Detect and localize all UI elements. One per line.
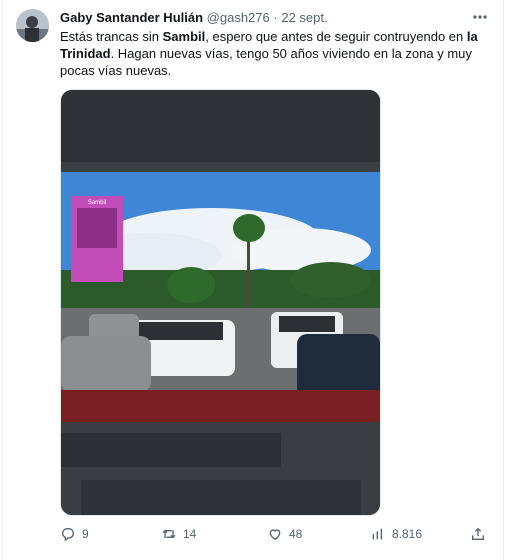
reply-button[interactable]: 9 — [60, 524, 89, 544]
views-count: 8.816 — [392, 527, 423, 541]
like-count: 48 — [289, 527, 303, 541]
tweet-photo[interactable]: Sambil — [60, 89, 381, 516]
share-button[interactable] — [470, 524, 492, 544]
retweet-icon — [162, 529, 176, 539]
author-handle[interactable]: @gash276 — [207, 10, 270, 25]
retweet-button[interactable]: 14 — [161, 524, 196, 544]
tweet-text-segment: Estás trancas sin — [60, 29, 163, 44]
tweet-text-segment: . Hagan nuevas vías, tengo 50 años vivie… — [60, 46, 472, 78]
reply-count: 9 — [82, 527, 89, 541]
tweet-text-segment: , espero que antes de seguir contruyendo… — [205, 29, 467, 44]
avatar[interactable] — [16, 9, 49, 42]
left-border — [2, 0, 3, 560]
tweet-date[interactable]: 22 sept. — [281, 10, 327, 25]
reply-icon — [61, 528, 74, 542]
like-button[interactable]: 48 — [267, 524, 302, 544]
right-border — [503, 0, 504, 560]
author-name[interactable]: Gaby Santander Hulián — [60, 10, 203, 25]
heart-icon — [269, 529, 281, 541]
billboard-text: Sambil — [88, 200, 106, 206]
tweet-text-bold: Sambil — [162, 29, 206, 44]
tweet-header: Gaby Santander Hulián @gash276 · 22 sept… — [60, 9, 328, 26]
more-dots-icon[interactable] — [470, 9, 490, 25]
views-chart-icon — [372, 528, 382, 540]
views-button[interactable]: 8.816 — [370, 524, 422, 544]
tweet-text: Estás trancas sin Sambil, espero que ant… — [60, 28, 480, 79]
photo-car-traffic: Sambil — [61, 90, 380, 515]
tweet-actions: 9 14 48 8.816 — [60, 524, 490, 544]
header-separator: · — [273, 10, 278, 25]
retweet-count: 14 — [183, 527, 197, 541]
share-icon — [472, 527, 484, 540]
